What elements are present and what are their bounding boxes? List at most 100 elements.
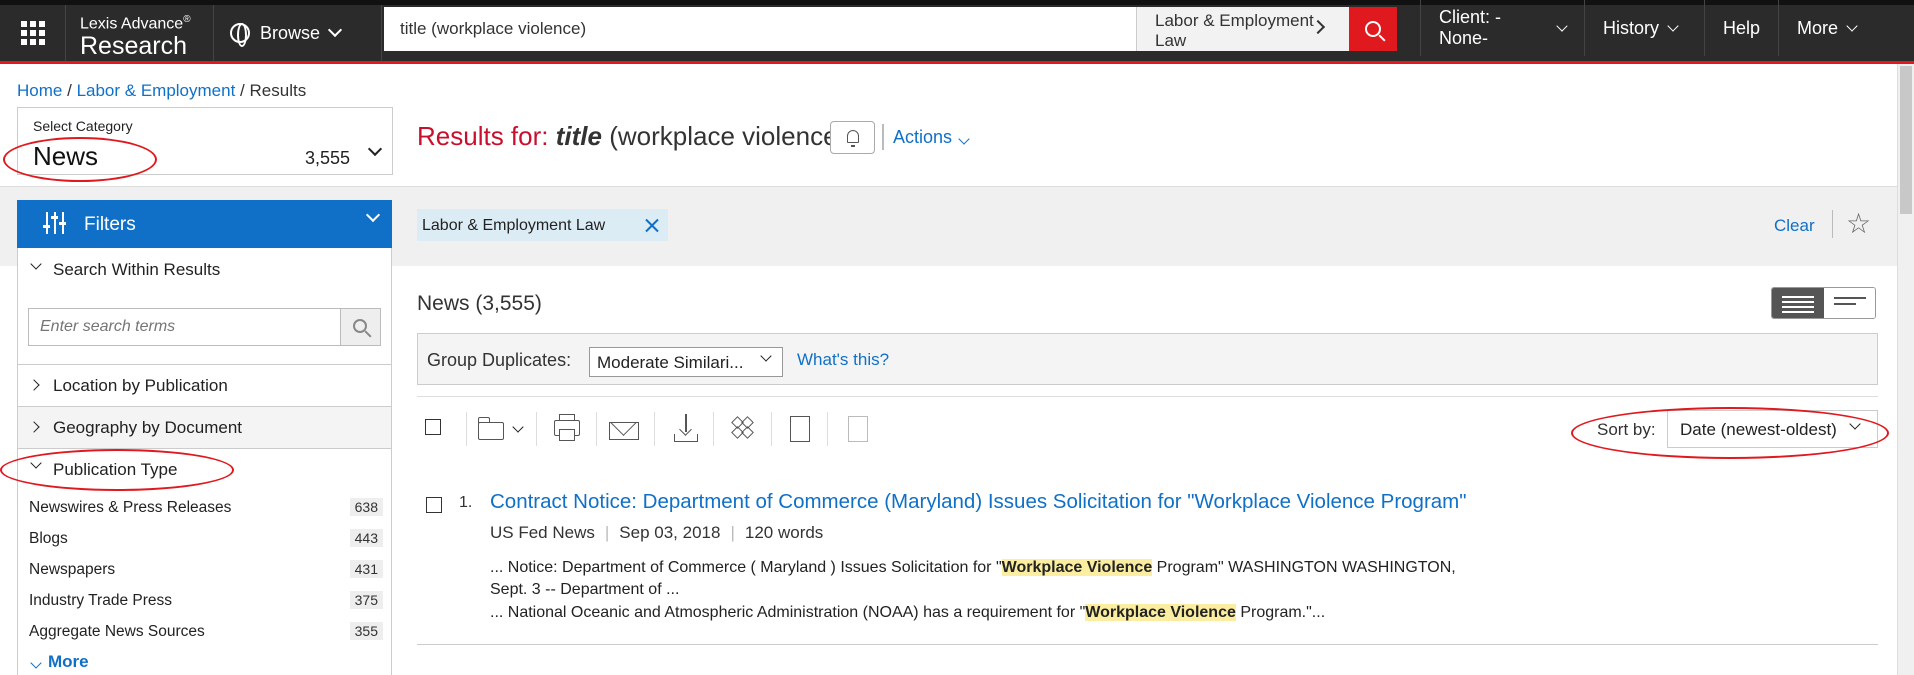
chevron-down-icon [30,657,42,669]
category-value: News [33,141,99,171]
remove-filter-close-icon[interactable] [642,215,662,235]
help-link[interactable]: Help [1704,0,1778,56]
email-icon [609,422,639,440]
full-view-button[interactable] [1772,288,1824,318]
chevron-down-icon [365,207,381,223]
category-label: Select Category [33,118,133,134]
top-right-menu: Client: -None- History Help More [1420,0,1890,56]
apps-menu-button[interactable] [0,5,66,61]
publication-type-item-label: Blogs [29,530,68,547]
whats-this-link[interactable]: What's this? [797,350,889,370]
sort-value: Date (newest-oldest) [1680,420,1837,439]
publication-type-item-count: 443 [349,529,383,547]
help-label: Help [1723,17,1761,38]
filters-panel-header[interactable]: Filters [17,200,392,248]
divider [466,412,467,446]
result-meta: US Fed News | Sep 03, 2018 | 120 words [490,523,824,542]
print-button[interactable] [553,414,583,444]
main-search-input[interactable] [384,7,1136,51]
divider [827,412,828,446]
search-icon [353,319,367,333]
view-toggle [1771,287,1876,319]
breadcrumb-section-link[interactable]: Labor & Employment [77,81,236,100]
snippet-text: Program."... [1235,604,1326,621]
dropbox-button[interactable] [728,414,758,444]
search-button[interactable] [1349,7,1397,51]
snippet-text: ... National Oceanic and Atmospheric Adm… [490,604,1086,621]
publication-type-item-count: 375 [349,591,383,609]
group-duplicates-value: Moderate Similari... [597,353,744,372]
publication-type-item[interactable]: Blogs 443 [29,529,383,548]
logo-line1: Lexis Advance [80,15,184,33]
client-menu[interactable]: Client: -None- [1420,0,1584,56]
main-search-bar: Labor & Employment Law [384,7,1397,51]
browse-label: Browse [260,22,321,43]
result-snippet: ... Notice: Department of Commerce ( Mar… [490,558,1610,578]
save-to-folder-button[interactable] [478,414,528,444]
document-expand-icon [790,416,810,442]
scrollbar-thumb[interactable] [1900,66,1912,214]
breadcrumb-home-link[interactable]: Home [17,81,62,100]
publication-type-item[interactable]: Newspapers 431 [29,560,383,579]
actions-menu[interactable]: Actions [893,127,970,148]
results-prefix: Results for: [417,121,549,151]
group-duplicates-bar: Group Duplicates: Moderate Similari... W… [417,333,1878,385]
result-snippet: Sept. 3 -- Department of ... [490,581,680,598]
active-filter-label: Labor & Employment Law [422,217,606,234]
divider [596,412,597,446]
bell-icon [847,130,859,147]
download-button[interactable] [671,414,701,444]
category-selector[interactable]: Select Category News 3,555 [17,107,393,175]
chevron-down-icon [760,350,772,362]
chevron-down-icon [367,141,383,157]
group-duplicates-select[interactable]: Moderate Similari... [589,347,783,377]
publication-type-item[interactable]: Industry Trade Press 375 [29,591,383,610]
alert-button[interactable] [830,121,875,154]
publication-type-item-label: Industry Trade Press [29,592,173,609]
select-all-checkbox[interactable] [422,414,452,444]
breadcrumb-current: Results [249,81,307,100]
chevron-down-icon [512,421,524,433]
search-scope-selector[interactable]: Labor & Employment Law [1136,7,1349,51]
more-label: More [1797,17,1839,38]
results-heading: News (3,555) [417,292,542,315]
search-within-input[interactable] [28,308,346,346]
group-duplicates-label: Group Duplicates: [427,350,572,370]
result-checkbox[interactable] [426,497,442,513]
geography-filter-toggle[interactable]: Geography by Document [18,406,391,448]
publication-type-item-count: 638 [349,498,383,516]
result-title-link[interactable]: Contract Notice: Department of Commerce … [490,490,1467,514]
location-filter-toggle[interactable]: Location by Publication [18,364,391,406]
publication-type-item-count: 355 [349,622,383,640]
lexis-logo[interactable]: Lexis Advance® Research [66,5,214,61]
chevron-down-icon [1846,20,1858,32]
result-number: 1. [459,494,473,511]
star-icon[interactable]: ☆ [1846,207,1871,240]
history-menu[interactable]: History [1584,0,1704,56]
email-button[interactable] [609,414,639,444]
results-title: Results for: title (workplace violence) [417,121,846,152]
more-publication-types-link[interactable]: More [30,652,89,672]
client-label: Client: -None- [1439,7,1502,48]
publication-type-label: Publication Type [53,460,178,479]
sort-label: Sort by: [1597,420,1656,439]
clear-filters-link[interactable]: Clear [1774,216,1815,236]
search-within-button[interactable] [340,308,381,346]
divider [1832,210,1833,238]
download-icon [674,414,698,442]
page-scrollbar[interactable] [1897,64,1914,675]
browse-menu[interactable]: Browse [214,5,382,61]
divider [713,412,714,446]
publication-type-item[interactable]: Newswires & Press Releases 638 [29,498,383,517]
full-text-view-button[interactable] [784,414,814,444]
category-count: 3,555 [304,148,350,168]
chevron-down-icon [30,457,42,469]
breadcrumb-separator: / [67,81,72,100]
search-within-toggle[interactable]: Search Within Results [18,258,391,284]
publication-type-toggle[interactable]: Publication Type [18,448,391,490]
more-menu[interactable]: More [1778,0,1890,56]
chevron-down-icon [1667,20,1679,32]
list-view-button[interactable] [1824,288,1875,318]
publication-type-item[interactable]: Aggregate News Sources 355 [29,622,383,641]
sort-select[interactable]: Date (newest-oldest) [1667,410,1878,448]
